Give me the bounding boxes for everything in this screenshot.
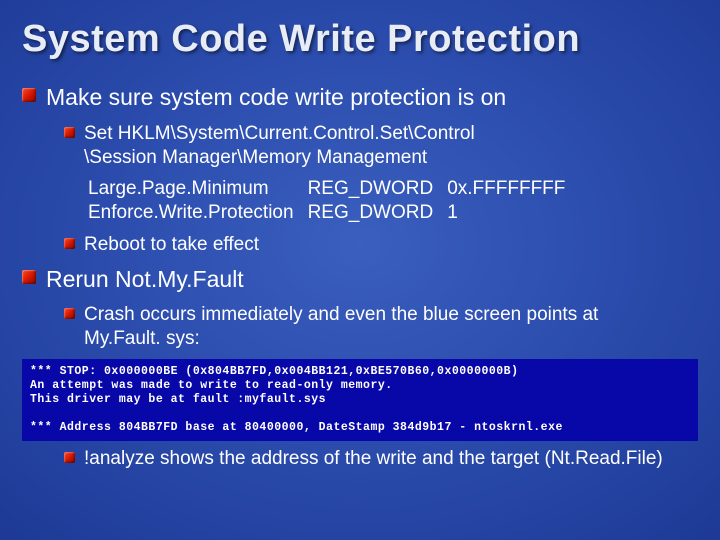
table-row: Enforce.Write.Protection REG_DWORD 1: [88, 201, 579, 225]
registry-values: Large.Page.Minimum REG_DWORD 0x.FFFFFFFF…: [88, 177, 698, 225]
bullet-lvl2: !analyze shows the address of the write …: [64, 447, 698, 471]
bullet-lvl2: Reboot to take effect: [64, 233, 698, 257]
square-bullet-icon: [22, 88, 36, 102]
reg-value: 1: [447, 201, 579, 225]
crash-text-line1: Crash occurs immediately and even the bl…: [84, 304, 598, 325]
square-bullet-icon: [64, 127, 75, 138]
reg-value: 0x.FFFFFFFF: [447, 177, 579, 201]
bsod-line: *** STOP: 0x000000BE (0x804BB7FD,0x004BB…: [30, 365, 518, 378]
blue-screen-dump: *** STOP: 0x000000BE (0x804BB7FD,0x004BB…: [22, 359, 698, 441]
bullet-text: Set HKLM\System\Current.Control.Set\Cont…: [84, 122, 475, 170]
square-bullet-icon: [64, 238, 75, 249]
bullet-text: Crash occurs immediately and even the bl…: [84, 303, 598, 351]
bsod-line: This driver may be at fault :myfault.sys: [30, 393, 326, 406]
bullet-text: Reboot to take effect: [84, 233, 259, 257]
bsod-line: *** Address 804BB7FD base at 80400000, D…: [30, 421, 563, 434]
reg-type: REG_DWORD: [308, 201, 448, 225]
bullet-text: Rerun Not.My.Fault: [46, 265, 244, 294]
bullet-text: !analyze shows the address of the write …: [84, 447, 663, 471]
bullet-lvl1: Make sure system code write protection i…: [22, 83, 698, 112]
reg-type: REG_DWORD: [308, 177, 448, 201]
bullet-text: Make sure system code write protection i…: [46, 83, 506, 112]
slide-title: System Code Write Protection: [22, 18, 698, 61]
table-row: Large.Page.Minimum REG_DWORD 0x.FFFFFFFF: [88, 177, 579, 201]
bullet-lvl2: Crash occurs immediately and even the bl…: [64, 303, 698, 351]
square-bullet-icon: [22, 270, 36, 284]
reg-name: Enforce.Write.Protection: [88, 201, 308, 225]
reg-path-line1: Set HKLM\System\Current.Control.Set\Cont…: [84, 123, 475, 144]
reg-name: Large.Page.Minimum: [88, 177, 308, 201]
square-bullet-icon: [64, 452, 75, 463]
reg-path-line2: \Session Manager\Memory Management: [84, 147, 427, 168]
bullet-lvl1: Rerun Not.My.Fault: [22, 265, 698, 294]
crash-text-line2: My.Fault. sys:: [84, 328, 200, 349]
square-bullet-icon: [64, 308, 75, 319]
bullet-lvl2: Set HKLM\System\Current.Control.Set\Cont…: [64, 122, 698, 170]
bsod-line: An attempt was made to write to read-onl…: [30, 379, 393, 392]
